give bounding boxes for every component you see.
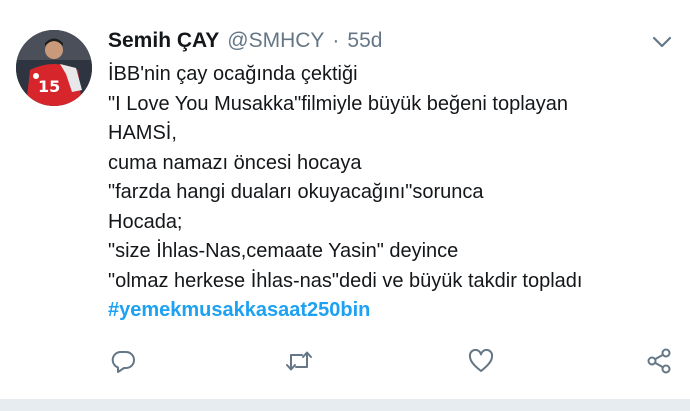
hashtag-link[interactable]: #yemekmusakkasaat250bin (108, 296, 678, 326)
heart-icon (468, 348, 494, 372)
avatar[interactable]: 15 (16, 30, 92, 106)
tweet-line: Hocada; (108, 210, 183, 233)
tweet-line: "farzda hangi duaları okuyacağını"sorunc… (108, 181, 484, 203)
reply-button[interactable] (108, 346, 138, 376)
like-button[interactable] (466, 346, 496, 376)
tweet-line: "I Love You Musakka"filmiyle büyük beğen… (108, 92, 569, 115)
separator-dot: · (332, 29, 340, 52)
avatar-image: 15 (16, 30, 92, 106)
tweet-line: "olmaz herkese İhlas-nas"dedi ve büyük t… (108, 269, 583, 292)
share-button[interactable] (644, 346, 674, 376)
tweet-actions (0, 340, 690, 380)
more-menu-button[interactable] (650, 32, 674, 52)
tweet-text: İBB'nin çay ocağında çektiği "I Love You… (108, 60, 678, 326)
tweet-line: İBB'nin çay ocağında çektiği (108, 63, 358, 85)
retweet-button[interactable] (284, 346, 314, 376)
tweet-header: Semih ÇAY @SMHCY · 55d (108, 24, 382, 58)
svg-text:15: 15 (38, 77, 60, 96)
chevron-down-icon (652, 36, 672, 48)
feed-divider (0, 399, 690, 411)
author-handle[interactable]: @SMHCY (227, 29, 324, 53)
author-name[interactable]: Semih ÇAY (108, 29, 219, 53)
tweet-line: cuma namazı öncesi hocaya (108, 151, 362, 174)
tweet-line: HAMSİ, (108, 122, 177, 144)
share-icon (647, 348, 671, 374)
reply-icon (111, 351, 135, 373)
tweet-time[interactable]: 55d (347, 29, 382, 53)
retweet-icon (286, 351, 312, 371)
tweet-card[interactable]: 15 Semih ÇAY @SMHCY · 55d İBB'nin çay oc… (0, 0, 690, 399)
tweet-line: "size İhlas-Nas,cemaate Yasin" deyince (108, 240, 459, 262)
